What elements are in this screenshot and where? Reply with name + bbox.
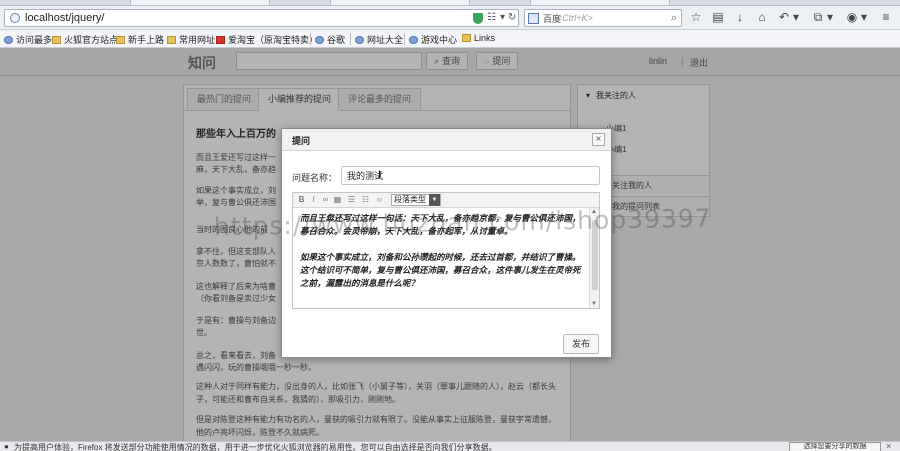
- bullet-list-icon[interactable]: ☰: [346, 194, 357, 206]
- bookmark-item[interactable]: 新手上路: [116, 33, 164, 46]
- article-paragraph: 但是对陈登这种有能力有功名的人，曼获的吸引力就有限了。没能从事实上征服陈登，曼获…: [196, 415, 556, 437]
- tab-recommended[interactable]: 小编推荐的提问: [258, 88, 342, 111]
- bookmark-item[interactable]: 谷歌: [315, 33, 345, 46]
- bookmark-separator: [310, 33, 311, 45]
- username-link[interactable]: linlin: [649, 56, 667, 66]
- dialog-header[interactable]: 提问 ×: [282, 129, 611, 151]
- shield-icon[interactable]: [473, 13, 483, 24]
- search-button[interactable]: ⌕ 查询: [426, 52, 469, 70]
- question-tabs: 最热门的提问 小编推荐的提问 评论最多的提问: [184, 85, 570, 111]
- chevron-down-icon-3[interactable]: ▾: [856, 10, 872, 24]
- bookmark-item[interactable]: 网址大全: [355, 33, 403, 46]
- scroll-up-icon[interactable]: ▲: [591, 209, 597, 215]
- folder-icon: [116, 36, 125, 44]
- search-engine-icon[interactable]: [528, 13, 539, 24]
- editor-scrollbar[interactable]: ▲ ▼: [589, 208, 599, 308]
- image-icon[interactable]: ▦: [332, 194, 343, 206]
- editor-content[interactable]: 而且王粲还写过这样一句话：天下大乱，备亦趋京都，复与曹公俱还沛国，募召合众。会灵…: [294, 209, 588, 308]
- tab-most-comments[interactable]: 评论最多的提问: [338, 88, 422, 110]
- code-icon[interactable]: ‹›: [374, 194, 385, 206]
- game-icon: [409, 36, 418, 44]
- notification-message: 为提高用户体验，Firefox 将发送部分功能使用情况的数据，用于进一步优化火狐…: [14, 443, 497, 451]
- bookmark-item[interactable]: 访问最多: [4, 33, 52, 46]
- address-url[interactable]: localhost/jquery/: [25, 12, 105, 24]
- folder-icon: [52, 36, 61, 44]
- article-paragraph: 这种人对于同样有能力，没出身的人，比如张飞（小舅子等），关羽（罪事儿跟随的人），…: [196, 382, 556, 404]
- notification-bar: ● 为提高用户体验，Firefox 将发送部分功能使用情况的数据，用于进一步优化…: [0, 441, 900, 451]
- taobao-icon: [216, 36, 225, 44]
- sidebar-row-label: 关注我的人: [612, 181, 652, 190]
- bookmark-item[interactable]: 常用网址: [167, 33, 215, 46]
- dropdown-icon[interactable]: ▾: [500, 12, 505, 23]
- star-icon[interactable]: ☆: [688, 10, 704, 24]
- search-icon-2: ⌕: [434, 56, 440, 66]
- ask-button[interactable]: ◌ 提问: [476, 52, 519, 70]
- editor-paragraph: 如果这个事实成立，刘备和公孙瓒起的时候，还去过首都，并结识了曹操。这个结识可不简…: [300, 253, 581, 289]
- chevron-down-icon[interactable]: ▾: [788, 10, 804, 24]
- text-cursor-icon: I: [378, 169, 382, 181]
- link-icon[interactable]: ∞: [320, 194, 331, 206]
- library-icon[interactable]: ▤: [710, 10, 726, 24]
- reader-icon[interactable]: ☷: [487, 12, 496, 23]
- chevron-down-icon-4: ▼: [429, 194, 440, 206]
- globe-icon-2: [355, 36, 364, 44]
- scroll-down-icon[interactable]: ▼: [591, 301, 597, 307]
- site-header: 知问 ⌕ 查询 ◌ 提问 linlin | 退出: [0, 48, 900, 76]
- site-search-input[interactable]: [236, 52, 422, 70]
- site-logo[interactable]: 知问: [188, 53, 216, 73]
- paragraph-format-select[interactable]: 段落类型 ▼: [391, 194, 441, 206]
- tab-hot[interactable]: 最热门的提问: [187, 88, 262, 110]
- search-placeholder: <Ctrl+K>: [557, 13, 593, 23]
- italic-icon[interactable]: I: [308, 194, 319, 206]
- numbered-list-icon[interactable]: ☷: [360, 194, 371, 206]
- info-icon: ●: [4, 442, 9, 451]
- question-name-label: 问题名称：: [292, 173, 338, 183]
- ask-question-dialog: 提问 × 问题名称： I B I ∞ ▦ ☰ ☷ ‹› 段落类型▼ 而且王粲还写…: [281, 128, 612, 358]
- format-select-value: 段落类型: [394, 195, 426, 204]
- bookmark-item[interactable]: 火狐官方站点: [52, 33, 118, 46]
- reload-icon[interactable]: ↻: [508, 12, 516, 23]
- scrollbar-thumb[interactable]: [592, 220, 598, 290]
- header-divider: |: [681, 56, 684, 66]
- browser-navbar: localhost/jquery/ ☷ ▾ ↻ 百度 <Ctrl+K> ⌕ ☆ …: [0, 6, 900, 30]
- article-paragraph: 遇闪闪，玩的曹操哦哦一秒一秒。: [196, 363, 316, 372]
- folder-icon: [462, 34, 471, 42]
- editor-paragraph: 而且王粲还写过这样一句话：天下大乱，备亦趋京都，复与曹公俱还沛国，募召合众。会灵…: [300, 214, 581, 237]
- globe-icon: [10, 13, 20, 23]
- address-bar[interactable]: localhost/jquery/ ☷ ▾ ↻: [4, 9, 519, 27]
- close-icon[interactable]: ×: [592, 133, 605, 146]
- logout-link[interactable]: 退出: [690, 56, 708, 69]
- browser-search-bar[interactable]: 百度 <Ctrl+K> ⌕: [524, 9, 682, 27]
- close-icon-2[interactable]: ×: [886, 442, 891, 451]
- share-data-button[interactable]: 选择您要分享的数据: [789, 442, 881, 451]
- chevron-down-icon-2[interactable]: ▾: [822, 10, 838, 24]
- sidebar-header[interactable]: ▾ 我关注的人: [586, 90, 636, 101]
- bookmark-separator: [350, 33, 351, 45]
- caret-down-icon: ▾: [586, 91, 591, 100]
- dialog-title: 提问: [292, 136, 311, 146]
- menu-icon[interactable]: ≡: [878, 10, 894, 24]
- download-icon[interactable]: ↓: [732, 10, 748, 24]
- home-icon[interactable]: ⌂: [754, 10, 770, 24]
- gear-icon: [4, 36, 13, 44]
- google-icon: [315, 36, 324, 44]
- bookmark-separator: [404, 33, 405, 45]
- sidebar-row-label: 我的提问列表: [612, 202, 660, 211]
- lightbulb-icon: ◌: [484, 56, 490, 66]
- bookmark-item[interactable]: 游戏中心: [409, 33, 457, 46]
- rich-text-editor[interactable]: B I ∞ ▦ ☰ ☷ ‹› 段落类型 ▼ 而且王粲还写过这样一句话：天下大乱，备…: [292, 192, 600, 309]
- article-title[interactable]: 那些年入上百万的: [196, 125, 276, 140]
- bookmark-item[interactable]: 爱淘宝（原淘宝特卖）: [216, 33, 318, 46]
- bookmark-item[interactable]: Links: [462, 33, 495, 43]
- bookmarks-bar: 访问最多 火狐官方站点 新手上路 常用网址 爱淘宝（原淘宝特卖） 谷歌 网址大全…: [0, 30, 900, 48]
- search-icon[interactable]: ⌕: [671, 12, 677, 25]
- folder-icon: [167, 36, 176, 44]
- publish-button[interactable]: 发布: [563, 334, 599, 354]
- bold-icon[interactable]: B: [296, 194, 307, 206]
- editor-toolbar: B I ∞ ▦ ☰ ☷ ‹› 段落类型 ▼: [293, 193, 599, 208]
